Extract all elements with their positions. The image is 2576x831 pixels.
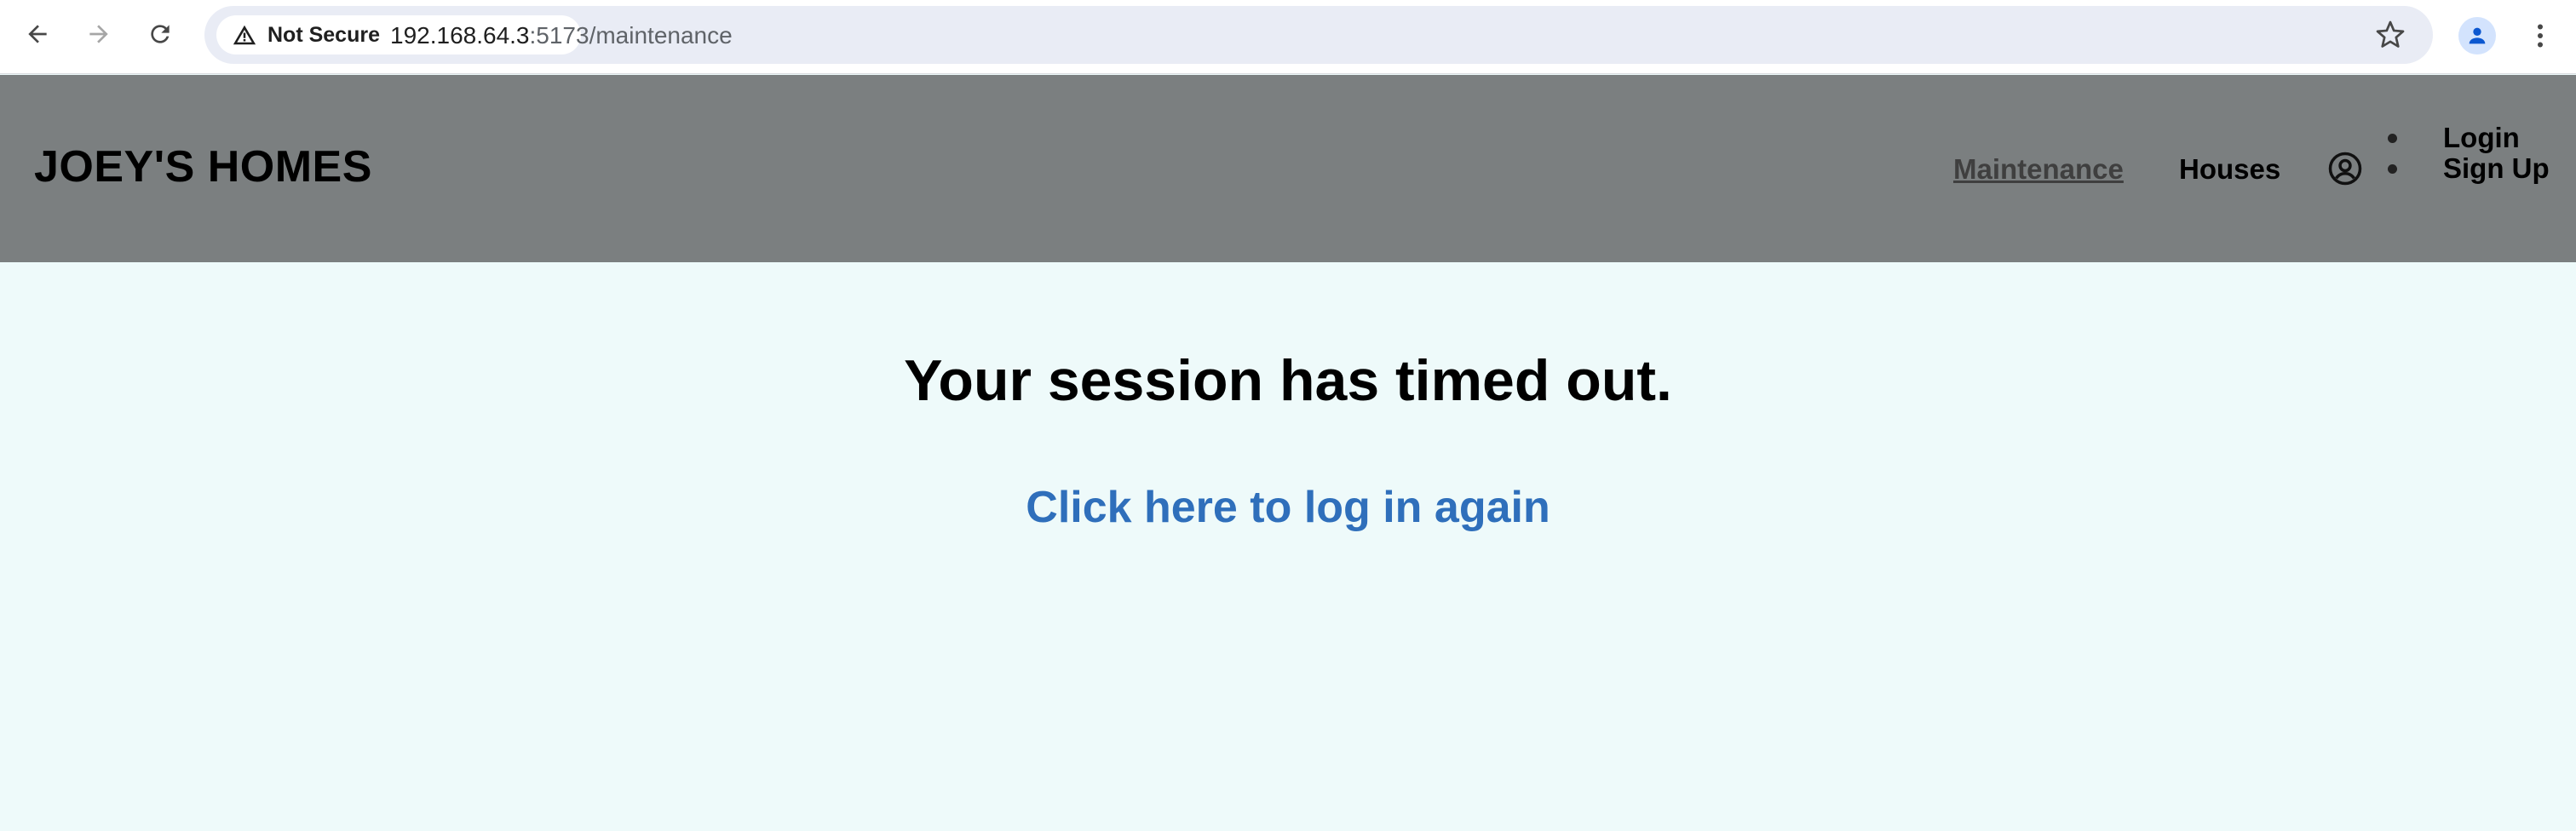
reload-icon bbox=[151, 25, 170, 43]
auth-login-item[interactable]: Login bbox=[2383, 122, 2550, 154]
auth-menu: Login Sign Up bbox=[2383, 122, 2550, 185]
main-content: Your session has timed out. Click here t… bbox=[0, 262, 2576, 831]
url-path: :5173/maintenance bbox=[529, 22, 733, 49]
nav-link-maintenance[interactable]: Maintenance bbox=[1953, 153, 2124, 186]
login-link[interactable]: Login bbox=[2443, 122, 2520, 154]
relogin-link[interactable]: Click here to log in again bbox=[0, 482, 2576, 533]
signup-link[interactable]: Sign Up bbox=[2443, 152, 2550, 185]
back-button[interactable] bbox=[19, 15, 56, 53]
warning-icon bbox=[233, 25, 256, 45]
profile-button[interactable] bbox=[2458, 17, 2496, 54]
forward-button[interactable] bbox=[80, 15, 118, 53]
site-header: JOEY'S HOMES Maintenance Houses Login Si… bbox=[0, 75, 2576, 262]
url-host: 192.168.64.3 bbox=[390, 22, 530, 49]
browser-toolbar: Not Secure 192.168.64.3:5173/maintenance bbox=[0, 0, 2576, 74]
security-label: Not Secure bbox=[267, 22, 380, 47]
nav-link-houses[interactable]: Houses bbox=[2179, 153, 2280, 186]
bullet-icon bbox=[2388, 133, 2397, 143]
address-bar[interactable]: Not Secure 192.168.64.3:5173/maintenance bbox=[204, 6, 2433, 64]
session-timeout-message: Your session has timed out. bbox=[904, 348, 1672, 413]
auth-signup-item[interactable]: Sign Up bbox=[2383, 152, 2550, 185]
more-vert-icon[interactable] bbox=[2525, 19, 2556, 53]
reload-button[interactable] bbox=[141, 15, 179, 53]
site-brand[interactable]: JOEY'S HOMES bbox=[34, 141, 372, 192]
user-circle-icon[interactable] bbox=[2327, 151, 2363, 186]
forward-icon bbox=[89, 25, 108, 43]
bullet-icon bbox=[2388, 163, 2397, 174]
url-text[interactable]: 192.168.64.3:5173/maintenance bbox=[390, 22, 733, 49]
back-icon bbox=[28, 25, 47, 43]
star-icon[interactable] bbox=[2375, 20, 2406, 50]
profile-icon bbox=[2469, 27, 2486, 44]
